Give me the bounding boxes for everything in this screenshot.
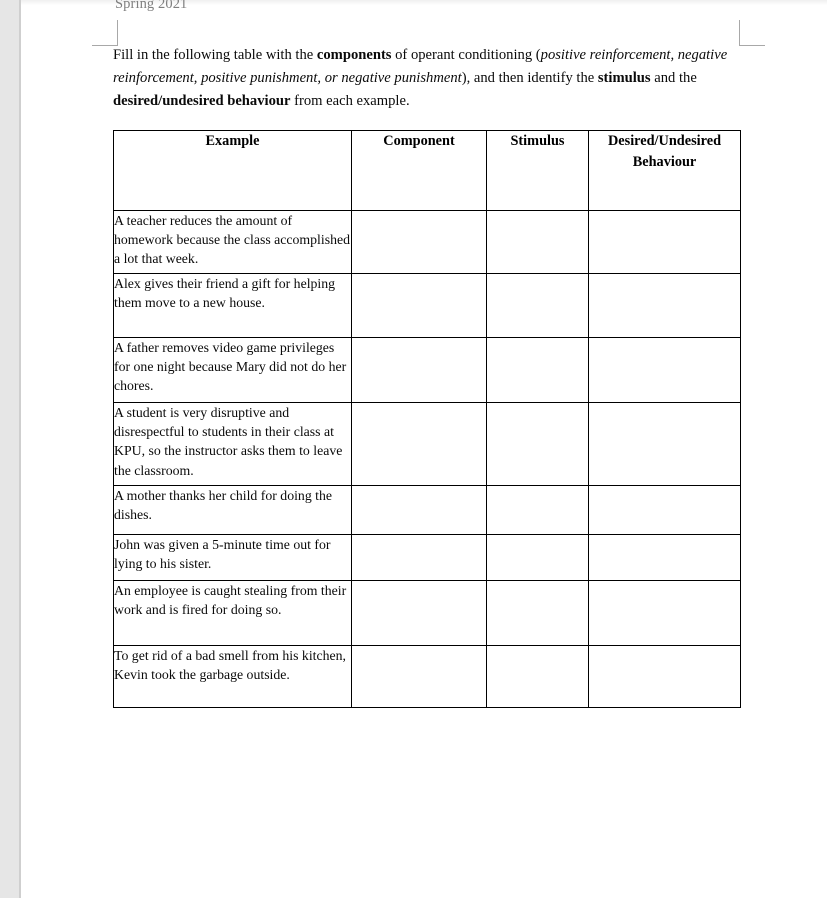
- cell-example: A teacher reduces the amount of homework…: [113, 209, 352, 274]
- table-body: A teacher reduces the amount of homework…: [113, 209, 741, 708]
- instructions-segment-1: components: [316, 47, 392, 63]
- cell-behaviour[interactable]: [588, 579, 741, 646]
- cell-stimulus[interactable]: [486, 579, 589, 646]
- cell-behaviour[interactable]: [588, 272, 741, 338]
- cell-stimulus[interactable]: [486, 209, 589, 274]
- column-header-behaviour: Desired/Undesired Behaviour: [588, 129, 741, 211]
- cell-stimulus[interactable]: [486, 533, 589, 581]
- cell-component[interactable]: [351, 644, 487, 708]
- cell-stimulus[interactable]: [486, 336, 589, 403]
- cell-behaviour[interactable]: [588, 401, 741, 486]
- table-row: Alex gives their friend a gift for helpi…: [113, 272, 741, 338]
- column-header-behaviour-line1: Desired/Undesired: [607, 132, 722, 149]
- instructions-segment-6: and the: [650, 70, 697, 87]
- cell-example: To get rid of a bad smell from his kitch…: [113, 644, 352, 708]
- instructions-segment-8: from each example.: [290, 93, 410, 110]
- operant-conditioning-table: Example Component Stimulus Desired/Undes…: [113, 129, 741, 708]
- cell-stimulus[interactable]: [486, 484, 589, 535]
- instructions-segment-5: stimulus: [597, 70, 651, 87]
- table-row: John was given a 5-minute time out for l…: [113, 533, 741, 581]
- cell-example: A student is very disruptive and disresp…: [113, 401, 352, 486]
- instructions-segment-0: Fill in the following table with the: [113, 47, 317, 63]
- table-row: An employee is caught stealing from thei…: [113, 579, 741, 646]
- page-content: Fill in the following table with the com…: [113, 44, 753, 708]
- cell-stimulus[interactable]: [486, 644, 589, 708]
- table-header: Example Component Stimulus Desired/Undes…: [113, 129, 741, 211]
- cell-behaviour[interactable]: [588, 484, 741, 535]
- running-header: Spring 2021: [115, 0, 188, 12]
- cell-component[interactable]: [351, 401, 487, 486]
- cell-stimulus[interactable]: [486, 401, 589, 486]
- cell-component[interactable]: [351, 484, 487, 535]
- column-header-component: Component: [351, 129, 487, 211]
- cell-example: Alex gives their friend a gift for helpi…: [113, 272, 352, 338]
- cell-component[interactable]: [351, 579, 487, 646]
- column-header-behaviour-line2: Behaviour: [632, 153, 697, 170]
- cell-behaviour[interactable]: [588, 336, 741, 403]
- left-scroll-gutter[interactable]: [0, 0, 19, 898]
- column-header-stimulus: Stimulus: [486, 129, 589, 211]
- cell-component[interactable]: [351, 272, 487, 338]
- cell-behaviour[interactable]: [588, 533, 741, 581]
- margin-marker-top-left: [92, 20, 118, 46]
- cell-example: A father removes video game privileges f…: [113, 336, 352, 403]
- cell-example: John was given a 5-minute time out for l…: [113, 533, 352, 581]
- cell-example: A mother thanks her child for doing the …: [113, 484, 352, 535]
- instructions-segment-7: desired/undesired behaviour: [113, 93, 291, 110]
- column-header-example: Example: [113, 129, 352, 211]
- cell-behaviour[interactable]: [588, 644, 741, 708]
- cell-component[interactable]: [351, 533, 487, 581]
- cell-stimulus[interactable]: [486, 272, 589, 338]
- instructions-segment-2: of operant conditioning (: [391, 47, 541, 63]
- table-row: A student is very disruptive and disresp…: [113, 401, 741, 486]
- cell-example: An employee is caught stealing from thei…: [113, 579, 352, 646]
- table-row: A teacher reduces the amount of homework…: [113, 209, 741, 274]
- table-row: A mother thanks her child for doing the …: [113, 484, 741, 535]
- instructions-segment-4: ), and then identify the: [461, 70, 598, 87]
- table-row: A father removes video game privileges f…: [113, 336, 741, 403]
- instructions-paragraph: Fill in the following table with the com…: [113, 44, 753, 114]
- margin-marker-top-right: [739, 20, 765, 46]
- table-header-row: Example Component Stimulus Desired/Undes…: [113, 129, 741, 211]
- document-page: Spring 2021 Fill in the following table …: [21, 0, 827, 898]
- cell-behaviour[interactable]: [588, 209, 741, 274]
- cell-component[interactable]: [351, 336, 487, 403]
- cell-component[interactable]: [351, 209, 487, 274]
- table-row: To get rid of a bad smell from his kitch…: [113, 644, 741, 708]
